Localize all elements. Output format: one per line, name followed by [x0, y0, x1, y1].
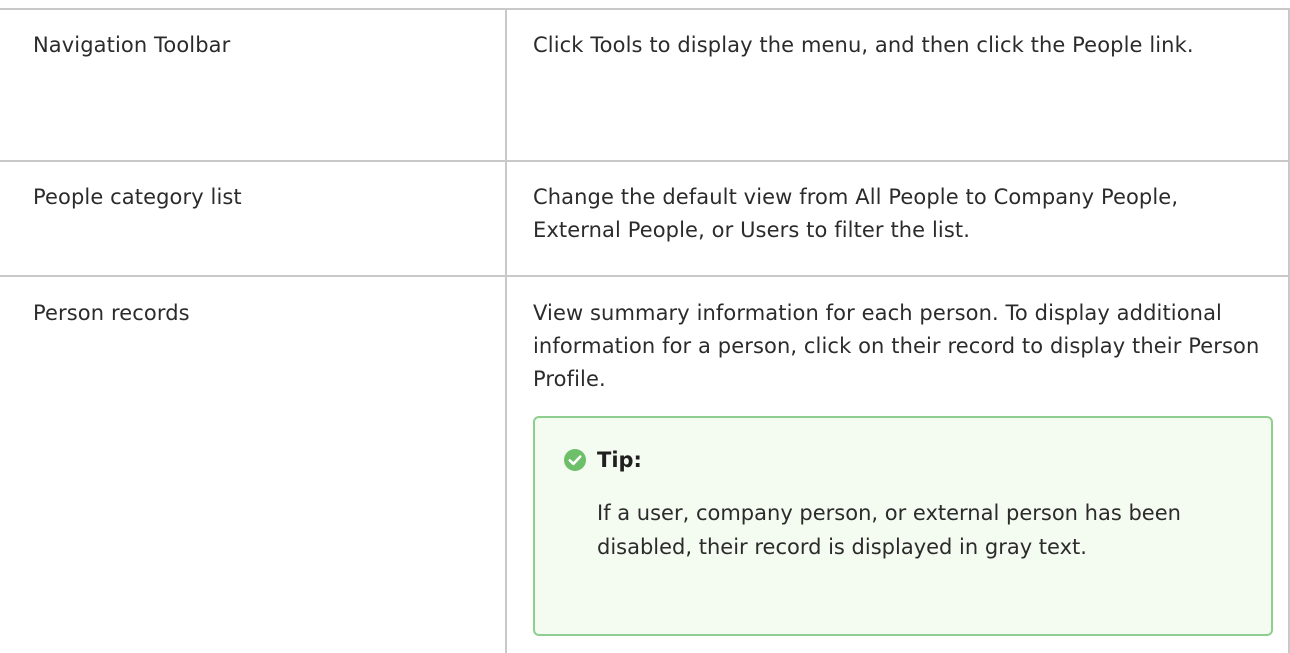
people-tools-table: Navigation Toolbar Click Tools to displa…	[0, 0, 1290, 653]
check-circle-icon	[563, 448, 587, 472]
row-item-label: Person records	[33, 301, 190, 325]
tip-callout: Tip: If a user, company person, or exter…	[533, 416, 1273, 636]
column-divider	[505, 8, 507, 653]
row-divider-1	[0, 160, 1290, 162]
row-description: View summary information for each person…	[533, 301, 1260, 391]
table-border-top	[0, 8, 1290, 10]
row-description: Click Tools to display the menu, and the…	[533, 33, 1194, 57]
tip-body: If a user, company person, or external p…	[597, 501, 1181, 559]
row-item-label: People category list	[33, 185, 242, 209]
row-description: Change the default view from All People …	[533, 185, 1179, 242]
row-item-label: Navigation Toolbar	[33, 33, 231, 57]
row-divider-2	[0, 275, 1290, 277]
tip-title: Tip:	[597, 448, 642, 472]
